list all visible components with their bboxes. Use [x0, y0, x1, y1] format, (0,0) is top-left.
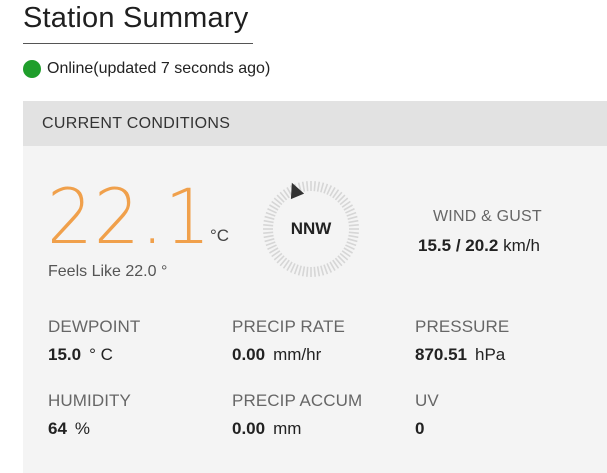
stat-precip-accum: PRECIP ACCUM 0.00 mm [232, 391, 362, 439]
humidity-number: 64 [48, 419, 67, 438]
wind-gust-label: WIND & GUST [433, 208, 542, 225]
dewpoint-value: 15.0 ° C [48, 345, 140, 365]
stat-humidity: HUMIDITY 64% [48, 391, 131, 439]
pressure-number: 870.51 [415, 345, 467, 364]
temperature-unit: °C [210, 226, 230, 245]
dewpoint-label: DEWPOINT [48, 317, 141, 336]
temperature-value: 22.1 [47, 172, 212, 261]
precip-accum-unit: mm [273, 419, 302, 438]
precip-rate-label: PRECIP RATE [232, 317, 345, 336]
stat-dewpoint: DEWPOINT 15.0 ° C [48, 317, 140, 365]
wind-direction: NNW [290, 219, 332, 238]
pressure-value: 870.51 hPa [415, 345, 509, 365]
wind-unit: km/h [503, 236, 540, 255]
wind-gust-value: 15.5 / 20.2 km/h [418, 236, 540, 256]
precip-accum-label: PRECIP ACCUM [232, 391, 363, 410]
dewpoint-number: 15.0 [48, 345, 82, 364]
pressure-label: PRESSURE [415, 317, 510, 336]
stat-precip-rate: PRECIP RATE 0.00 mm/hr [232, 317, 345, 365]
precip-accum-number: 0.00 [232, 419, 266, 438]
feels-like: Feels Like 22.0 ° [48, 263, 168, 280]
humidity-unit: % [74, 419, 91, 438]
wind-separator: / [451, 236, 466, 255]
station-status: Online(updated 7 seconds ago) [23, 60, 270, 78]
uv-value: 0 [415, 419, 439, 439]
page-title: Station Summary [23, 2, 253, 44]
precip-rate-unit: mm/hr [273, 345, 322, 364]
wind-speed: 15.5 [418, 236, 452, 255]
stat-pressure: PRESSURE 870.51 hPa [415, 317, 509, 365]
status-text: Online(updated 7 seconds ago) [47, 60, 271, 77]
humidity-value: 64% [48, 419, 131, 439]
precip-rate-number: 0.00 [232, 345, 266, 364]
stat-uv: UV 0 [415, 391, 439, 439]
current-conditions-card: CURRENT CONDITIONS 22.1 °C Feels Like 22… [23, 101, 607, 473]
uv-label: UV [415, 391, 439, 410]
online-status-dot-icon [23, 60, 41, 78]
card-header: CURRENT CONDITIONS [23, 101, 607, 146]
wind-compass: NNW [261, 179, 361, 279]
humidity-label: HUMIDITY [48, 391, 131, 410]
uv-number: 0 [415, 419, 425, 438]
pressure-unit: hPa [475, 345, 506, 364]
wind-gust: 20.2 [465, 236, 499, 255]
precip-rate-value: 0.00 mm/hr [232, 345, 345, 365]
precip-accum-value: 0.00 mm [232, 419, 362, 439]
dewpoint-unit: ° C [89, 345, 113, 364]
